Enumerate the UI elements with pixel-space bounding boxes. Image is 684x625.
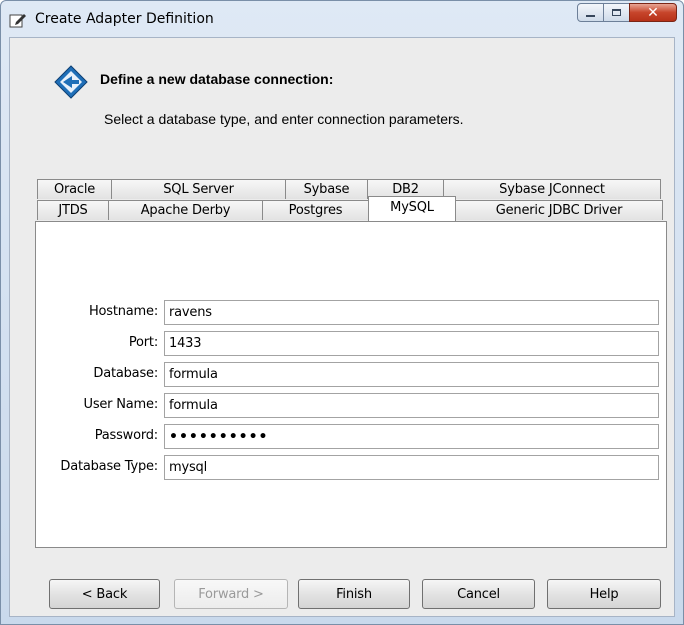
tab-row-bottom: JTDS Apache Derby Postgres MySQL Generic… — [37, 196, 663, 221]
help-button[interactable]: Help — [547, 579, 661, 609]
dialog-window: Create Adapter Definition ✕ Define a new… — [0, 0, 684, 625]
password-row: Password: — [36, 424, 666, 450]
database-type-row: Database Type: — [36, 455, 666, 481]
tab-panel-mysql: Hostname: Port: Database: User Name: Pas… — [35, 221, 667, 548]
username-input[interactable] — [164, 393, 659, 418]
page-subtitle: Select a database type, and enter connec… — [104, 111, 464, 127]
tab-postgres[interactable]: Postgres — [262, 200, 369, 220]
password-label: Password: — [94, 428, 159, 443]
diamond-arrow-icon — [54, 65, 88, 99]
cancel-button[interactable]: Cancel — [422, 579, 535, 609]
finish-button[interactable]: Finish — [298, 579, 410, 609]
page-title: Define a new database connection: — [100, 71, 334, 87]
dialog-content: Define a new database connection: Select… — [9, 37, 675, 617]
port-label: Port: — [128, 335, 158, 350]
tab-apache-derby[interactable]: Apache Derby — [108, 200, 263, 220]
tab-sybase[interactable]: Sybase — [285, 179, 368, 199]
hostname-input[interactable] — [164, 300, 659, 325]
username-label: User Name: — [83, 397, 159, 412]
tab-generic-jdbc-driver[interactable]: Generic JDBC Driver — [455, 200, 663, 220]
window-controls: ✕ — [577, 3, 677, 23]
tab-jtds[interactable]: JTDS — [37, 200, 109, 220]
database-row: Database: — [36, 362, 666, 388]
port-input[interactable] — [164, 331, 659, 356]
tab-row-top: Oracle SQL Server Sybase DB2 Sybase JCon… — [37, 179, 661, 199]
database-type-input[interactable] — [164, 455, 659, 480]
minimize-icon — [586, 14, 595, 17]
close-icon: ✕ — [647, 4, 659, 21]
wizard-button-bar: < Back Forward > Finish Cancel Help — [10, 579, 676, 609]
database-input[interactable] — [164, 362, 659, 387]
tab-mysql[interactable]: MySQL — [368, 196, 456, 221]
forward-button[interactable]: Forward > — [174, 579, 288, 609]
password-input[interactable] — [164, 424, 659, 449]
hostname-label: Hostname: — [88, 304, 158, 319]
tab-sybase-jconnect[interactable]: Sybase JConnect — [443, 179, 661, 199]
maximize-icon — [612, 9, 621, 16]
close-button[interactable]: ✕ — [629, 3, 677, 22]
port-row: Port: — [36, 331, 666, 357]
title-bar[interactable]: Create Adapter Definition ✕ — [1, 1, 683, 37]
edit-document-icon — [9, 14, 26, 28]
tab-oracle[interactable]: Oracle — [37, 179, 112, 199]
window-title: Create Adapter Definition — [35, 11, 214, 27]
minimize-button[interactable] — [577, 3, 604, 22]
maximize-button[interactable] — [603, 3, 630, 22]
hostname-row: Hostname: — [36, 300, 666, 326]
database-label: Database: — [93, 366, 158, 381]
database-type-label: Database Type: — [60, 459, 158, 474]
username-row: User Name: — [36, 393, 666, 419]
back-button[interactable]: < Back — [49, 579, 160, 609]
tab-sql-server[interactable]: SQL Server — [111, 179, 286, 199]
